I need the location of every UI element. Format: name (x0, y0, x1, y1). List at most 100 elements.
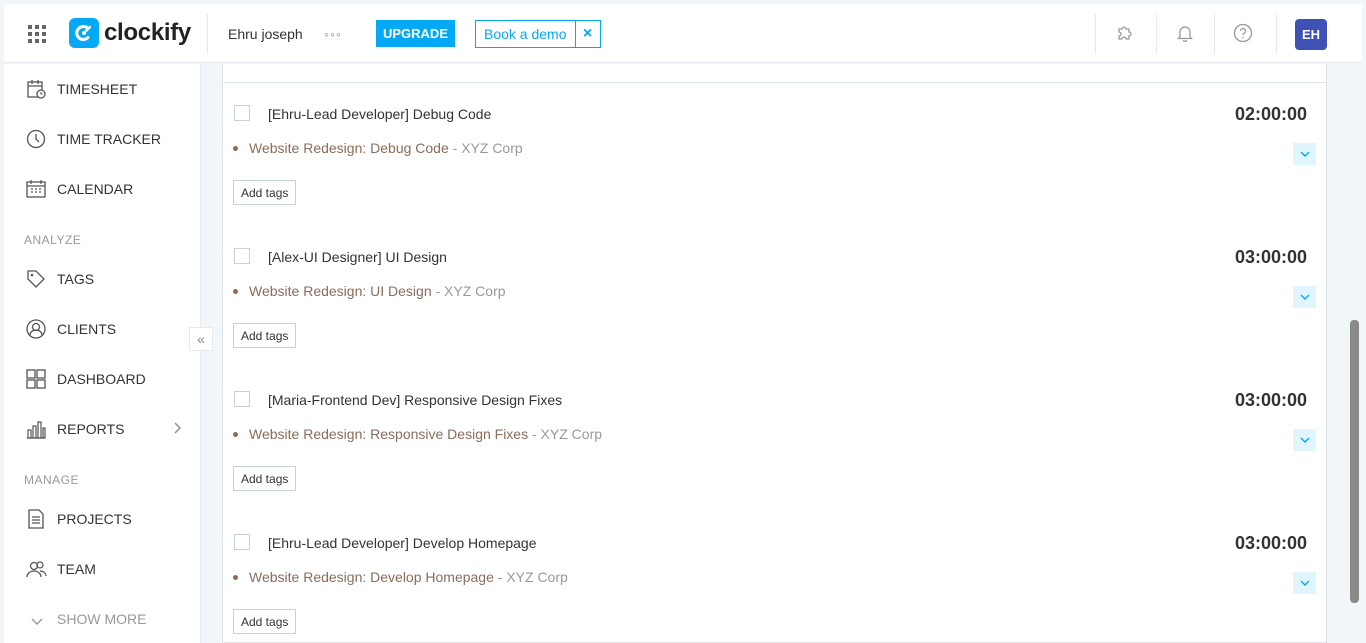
entry-checkbox[interactable] (234, 248, 250, 264)
chevron-down-icon (30, 614, 44, 632)
entry-duration[interactable]: 03:00:00 (1235, 533, 1307, 554)
client-name: - XYZ Corp (532, 426, 603, 442)
logo-text[interactable]: clockify (104, 19, 191, 47)
divider (1095, 14, 1096, 54)
section-label-analyze: ANALYZE (24, 233, 82, 247)
book-demo-button[interactable]: Book a demo (476, 21, 576, 47)
time-entry: [Ehru-Lead Developer] Develop Homepage 0… (222, 512, 1327, 643)
top-bar: clockify Ehru joseph ◦◦◦ UPGRADE Book a … (4, 4, 1362, 63)
client-icon (25, 318, 47, 340)
show-more-button[interactable]: SHOW MORE (4, 599, 201, 639)
entry-duration[interactable]: 03:00:00 (1235, 247, 1307, 268)
apps-grid-icon[interactable] (28, 25, 46, 43)
sidebar-item-label: PROJECTS (57, 511, 132, 527)
puzzle-icon[interactable] (1114, 22, 1136, 44)
entry-duration[interactable]: 03:00:00 (1235, 390, 1307, 411)
sidebar-item-time-tracker[interactable]: TIME TRACKER (4, 119, 201, 159)
add-tags-button[interactable]: Add tags (233, 466, 297, 491)
time-entries-list: [Ehru-Lead Developer] Debug Code 02:00:0… (222, 64, 1327, 643)
clockify-logo-icon[interactable] (69, 18, 99, 48)
sidebar-item-label: REPORTS (57, 421, 125, 437)
project-color-dot (233, 146, 238, 151)
sidebar-item-projects[interactable]: PROJECTS (4, 499, 201, 539)
tag-icon (25, 268, 47, 290)
sidebar-item-label: DASHBOARD (57, 371, 146, 387)
project-name: Website Redesign: Develop Homepage (249, 569, 494, 585)
project-name: Website Redesign: UI Design (249, 283, 432, 299)
time-entry: [Maria-Frontend Dev] Responsive Design F… (222, 369, 1327, 513)
time-entry-partial (222, 64, 1327, 83)
sidebar-item-reports[interactable]: REPORTS (4, 409, 201, 449)
sidebar-item-label: TAGS (57, 271, 95, 287)
sidebar-item-label: TIMESHEET (57, 81, 138, 97)
sidebar-item-label: TIME TRACKER (57, 131, 161, 147)
avatar[interactable]: EH (1295, 19, 1327, 50)
entry-checkbox[interactable] (234, 105, 250, 121)
chevron-down-icon (1300, 294, 1309, 300)
team-icon (25, 558, 47, 580)
close-icon[interactable]: × (576, 21, 600, 47)
time-entry: [Ehru-Lead Developer] Debug Code 02:00:0… (222, 83, 1327, 227)
sidebar-item-calendar[interactable]: CALENDAR (4, 169, 201, 209)
project-color-dot (233, 575, 238, 580)
sidebar-item-timesheet[interactable]: TIMESHEET (4, 69, 201, 109)
bell-icon[interactable] (1174, 22, 1196, 44)
entry-description[interactable]: [Maria-Frontend Dev] Responsive Design F… (268, 392, 562, 408)
project-name: Website Redesign: Responsive Design Fixe… (249, 426, 529, 442)
scrollbar-thumb[interactable] (1350, 320, 1359, 603)
expand-entry-button[interactable] (1293, 572, 1316, 594)
projects-icon (25, 508, 47, 530)
dashboard-icon (25, 368, 47, 390)
sidebar-item-label: CLIENTS (57, 321, 117, 337)
sidebar-item-label: TEAM (57, 561, 96, 577)
entry-checkbox[interactable] (234, 391, 250, 407)
client-name: - XYZ Corp (497, 569, 568, 585)
chevron-right-icon (172, 421, 182, 440)
chevron-down-icon (1300, 437, 1309, 443)
sidebar-item-clients[interactable]: CLIENTS (4, 309, 201, 349)
expand-entry-button[interactable] (1293, 143, 1316, 165)
add-tags-button[interactable]: Add tags (233, 609, 297, 634)
client-name: - XYZ Corp (435, 283, 506, 299)
expand-entry-button[interactable] (1293, 286, 1316, 308)
entry-project[interactable]: Website Redesign: UI Design - XYZ Corp (249, 283, 506, 299)
add-tags-button[interactable]: Add tags (233, 323, 297, 348)
project-color-dot (233, 289, 238, 294)
calendar-icon (25, 178, 47, 200)
book-demo-banner: Book a demo × (475, 20, 601, 48)
divider (207, 14, 208, 54)
reports-icon (25, 418, 47, 440)
entry-project[interactable]: Website Redesign: Debug Code - XYZ Corp (249, 140, 523, 156)
entry-description[interactable]: [Alex-UI Designer] UI Design (268, 249, 447, 265)
sidebar-item-dashboard[interactable]: DASHBOARD (4, 359, 201, 399)
time-entry: [Alex-UI Designer] UI Design 03:00:00 We… (222, 226, 1327, 370)
entry-project[interactable]: Website Redesign: Responsive Design Fixe… (249, 426, 602, 442)
entry-duration[interactable]: 02:00:00 (1235, 104, 1307, 125)
entry-checkbox[interactable] (234, 534, 250, 550)
upgrade-button[interactable]: UPGRADE (376, 20, 455, 47)
entry-description[interactable]: [Ehru-Lead Developer] Develop Homepage (268, 535, 537, 551)
sidebar-item-tags[interactable]: TAGS (4, 259, 201, 299)
clock-icon (25, 128, 47, 150)
collapse-sidebar-button[interactable]: « (189, 327, 213, 351)
sidebar-item-team[interactable]: TEAM (4, 549, 201, 589)
client-name: - XYZ Corp (452, 140, 523, 156)
workspace-name[interactable]: Ehru joseph (228, 26, 303, 42)
more-options-icon[interactable]: ◦◦◦ (324, 26, 342, 42)
entry-project[interactable]: Website Redesign: Develop Homepage - XYZ… (249, 569, 568, 585)
sidebar: TIMESHEET TIME TRACKER CALENDAR ANALYZE … (4, 64, 201, 643)
help-icon[interactable] (1232, 22, 1254, 44)
show-more-label: SHOW MORE (57, 611, 147, 627)
add-tags-button[interactable]: Add tags (233, 180, 297, 205)
expand-entry-button[interactable] (1293, 429, 1316, 451)
chevron-down-icon (1300, 151, 1309, 157)
project-name: Website Redesign: Debug Code (249, 140, 449, 156)
sidebar-item-label: CALENDAR (57, 181, 134, 197)
divider (1276, 14, 1277, 54)
chevron-down-icon (1300, 580, 1309, 586)
divider (1156, 14, 1157, 54)
entry-description[interactable]: [Ehru-Lead Developer] Debug Code (268, 106, 491, 122)
divider (1214, 14, 1215, 54)
project-color-dot (233, 432, 238, 437)
section-label-manage: MANAGE (24, 473, 80, 487)
